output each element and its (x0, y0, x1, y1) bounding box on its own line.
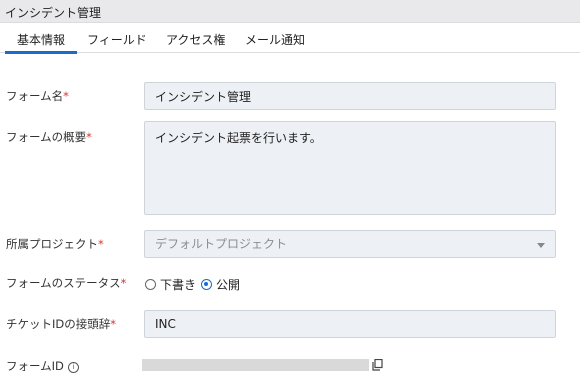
window-title: インシデント管理 (5, 6, 102, 20)
form-overview-label-text: フォームの概要 (6, 130, 87, 144)
tab-access[interactable]: アクセス権 (166, 31, 225, 48)
project-select-placeholder: デフォルトプロジェクト (155, 237, 288, 251)
project-label-text: 所属プロジェクト (6, 237, 98, 251)
form-overview-label: フォームの概要* (6, 129, 92, 145)
form-name-label: フォーム名* (6, 88, 69, 104)
form-id-value-redacted (142, 359, 369, 371)
tab-bar: 基本情報 フィールド アクセス権 メール通知 (0, 23, 580, 54)
status-radio-public[interactable]: 公開 (201, 276, 240, 293)
status-label-text: フォームのステータス (6, 276, 121, 290)
ticket-prefix-label: チケットIDの接頭辞* (6, 316, 116, 332)
project-select[interactable]: デフォルトプロジェクト (144, 230, 556, 258)
ticket-prefix-input[interactable] (144, 310, 556, 338)
copy-icon[interactable] (372, 359, 383, 371)
radio-circle-checked-icon[interactable] (201, 279, 212, 290)
status-radio-draft[interactable]: 下書き (145, 276, 196, 293)
form-name-input[interactable] (144, 82, 556, 110)
radio-circle-icon[interactable] (145, 279, 156, 290)
form-id-label: フォームID i (6, 358, 79, 374)
required-mark: * (110, 317, 116, 331)
form-overview-textarea[interactable]: インシデント起票を行います。 (144, 121, 556, 215)
window-titlebar: インシデント管理 (0, 0, 580, 23)
tab-basic-info[interactable]: 基本情報 (4, 31, 78, 54)
status-radio-public-label: 公開 (216, 278, 241, 292)
info-icon[interactable]: i (67, 362, 79, 373)
required-mark: * (120, 276, 127, 290)
required-mark: * (98, 237, 104, 251)
ticket-prefix-label-text: チケットIDの接頭辞 (6, 317, 111, 331)
tab-mail-notification[interactable]: メール通知 (245, 31, 305, 48)
status-label: フォームのステータス* (6, 275, 126, 291)
tab-fields[interactable]: フィールド (87, 31, 147, 48)
project-label: 所属プロジェクト* (6, 236, 104, 252)
form-name-label-text: フォーム名 (6, 89, 64, 103)
required-mark: * (86, 130, 92, 144)
status-radio-draft-label: 下書き (160, 278, 197, 292)
required-mark: * (63, 89, 69, 103)
form-id-label-text: フォームID (6, 359, 64, 373)
chevron-down-icon (537, 243, 545, 248)
